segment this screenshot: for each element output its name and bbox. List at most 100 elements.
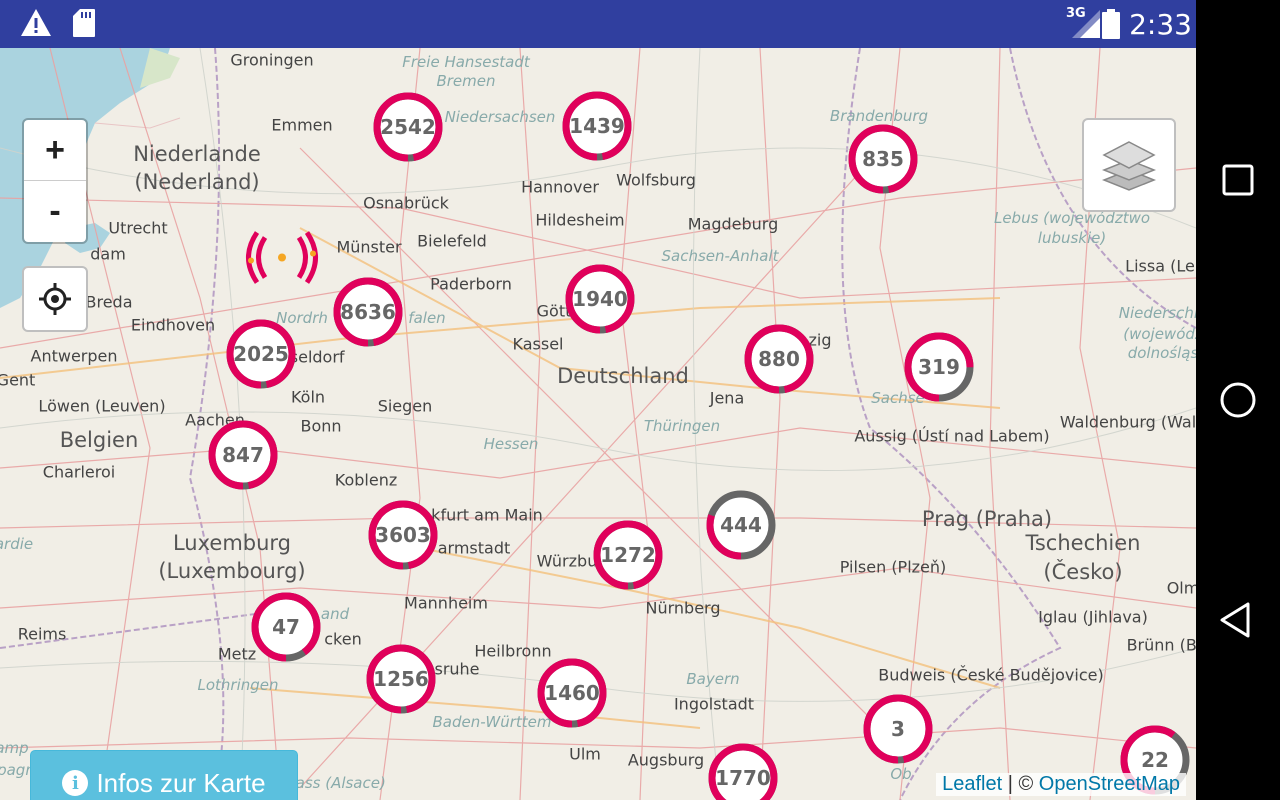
cluster-count: 2025 bbox=[233, 342, 289, 366]
map-label-koblenz: Koblenz bbox=[334, 470, 398, 490]
user-location-marker[interactable] bbox=[237, 228, 327, 293]
map-label-saarland: and bbox=[320, 605, 350, 623]
layers-icon bbox=[1101, 141, 1157, 191]
cluster-marker[interactable]: 3 bbox=[862, 693, 934, 765]
map-label-niederlande: Niederlande bbox=[133, 142, 261, 166]
map-info-label: Infos zur Karte bbox=[96, 767, 266, 798]
cluster-count: 3 bbox=[891, 717, 905, 741]
map-label-luxembourg: (Luxembourg) bbox=[158, 559, 306, 583]
map-label-pilsen: Pilsen (Plzeň) bbox=[839, 557, 947, 577]
map-label-dolnosl: dolnośląs bbox=[1127, 344, 1196, 362]
map-label-champ: amp bbox=[0, 739, 29, 757]
map-label-wuerzburg: Würzbu bbox=[536, 551, 598, 571]
map-label-frankfurt: kfurt am Main bbox=[431, 505, 543, 525]
cluster-count: 1770 bbox=[715, 766, 771, 790]
map-label-freie: Freie Hansestadt bbox=[402, 53, 530, 71]
map-label-niedersachsen: Niedersachsen bbox=[444, 108, 556, 126]
map-label-aussig: Aussig (Ústí nad Labem) bbox=[854, 426, 1050, 446]
map-label-nuernberg: Nürnberg bbox=[645, 598, 721, 618]
map-label-westfalen: falen bbox=[408, 309, 446, 327]
cluster-count: 847 bbox=[222, 443, 264, 467]
cluster-marker[interactable]: 847 bbox=[207, 419, 279, 491]
map-label-gent: Gent bbox=[0, 370, 36, 390]
cluster-count: 1460 bbox=[544, 681, 600, 705]
cluster-marker[interactable]: 444 bbox=[705, 489, 777, 561]
map-label-wolfsburg: Wolfsburg bbox=[616, 170, 696, 190]
cluster-count: 47 bbox=[272, 615, 300, 639]
cluster-marker[interactable]: 1272 bbox=[592, 519, 664, 591]
map-label-niederschl: Niederschle bbox=[1118, 304, 1196, 322]
cluster-count: 8636 bbox=[340, 300, 396, 324]
map-label-thueringen: Thüringen bbox=[643, 417, 721, 435]
map-label-jena: Jena bbox=[709, 388, 745, 408]
cluster-marker[interactable]: 319 bbox=[903, 331, 975, 403]
map-attribution: Leaflet | © OpenStreetMap bbox=[936, 773, 1186, 796]
map-info-button[interactable]: i Infos zur Karte bbox=[30, 750, 298, 800]
map-label-mannheim: Mannheim bbox=[404, 593, 488, 613]
layers-button[interactable] bbox=[1082, 118, 1176, 212]
map-label-kassel: Kassel bbox=[512, 334, 564, 354]
map-label-bremen: Bremen bbox=[436, 72, 496, 90]
cluster-count: 1439 bbox=[569, 114, 625, 138]
map-label-darmstadt: armstadt bbox=[437, 538, 511, 558]
home-icon[interactable] bbox=[1216, 378, 1260, 422]
map-label-hildesheim: Hildesheim bbox=[535, 210, 625, 230]
map-label-breda: Breda bbox=[85, 292, 133, 312]
map-label-siegen: Siegen bbox=[377, 396, 433, 416]
cluster-marker[interactable]: 880 bbox=[743, 323, 815, 395]
back-icon[interactable] bbox=[1216, 598, 1260, 642]
osm-link[interactable]: OpenStreetMap bbox=[1039, 773, 1180, 795]
map-label-bonn: Bonn bbox=[300, 416, 342, 436]
cluster-marker[interactable]: 47 bbox=[250, 591, 322, 663]
map-label-augsburg: Augsburg bbox=[627, 750, 705, 770]
map-label-ardie: ardie bbox=[0, 535, 34, 553]
map-label-koeln: Köln bbox=[290, 387, 326, 407]
locate-button[interactable] bbox=[22, 266, 88, 332]
cluster-marker[interactable]: 1770 bbox=[707, 742, 779, 800]
cluster-marker[interactable]: 1439 bbox=[561, 90, 633, 162]
map-label-deutschland: Deutschland bbox=[557, 364, 689, 388]
map-label-nederland: (Nederland) bbox=[134, 170, 260, 194]
map-label-dam: dam bbox=[90, 244, 126, 264]
status-bar: 3G 2:33 bbox=[0, 0, 1196, 48]
map-label-magdeburg: Magdeburg bbox=[687, 214, 779, 234]
attribution-separator: | © bbox=[1002, 773, 1039, 795]
map-label-luxemburg: Luxemburg bbox=[172, 531, 292, 555]
cluster-marker[interactable]: 3603 bbox=[367, 499, 439, 571]
sd-card-icon bbox=[72, 8, 96, 43]
map-label-hannover: Hannover bbox=[521, 177, 599, 197]
recent-apps-icon[interactable] bbox=[1216, 158, 1260, 202]
map-label-wojew: (wojewódz bbox=[1123, 325, 1196, 343]
cluster-marker[interactable]: 1940 bbox=[564, 263, 636, 335]
map-label-antwerpen: Antwerpen bbox=[30, 346, 118, 366]
cluster-marker[interactable]: 8636 bbox=[332, 276, 404, 348]
cluster-marker[interactable]: 1256 bbox=[365, 643, 437, 715]
cluster-count: 1940 bbox=[572, 287, 628, 311]
cluster-count: 1272 bbox=[600, 543, 656, 567]
cluster-count: 3603 bbox=[375, 523, 431, 547]
map-view[interactable]: Groningen Emmen Niederlande (Nederland) Utre… bbox=[0, 48, 1196, 800]
cluster-count: 1256 bbox=[373, 667, 429, 691]
map-label-tschechien: Tschechien bbox=[1025, 531, 1141, 555]
map-label-reims: Reims bbox=[17, 624, 67, 644]
map-label-cesko: (Česko) bbox=[1043, 560, 1123, 584]
zoom-out-button[interactable]: - bbox=[24, 181, 86, 241]
map-label-iglau: Iglau (Jihlava) bbox=[1038, 607, 1148, 627]
cluster-count: 2542 bbox=[380, 115, 436, 139]
cluster-marker[interactable]: 835 bbox=[847, 123, 919, 195]
map-label-lebus2: lubuskie) bbox=[1037, 229, 1107, 247]
map-label-charleroi: Charleroi bbox=[42, 462, 116, 482]
map-label-ob: Ob bbox=[890, 765, 912, 783]
leaflet-link[interactable]: Leaflet bbox=[942, 773, 1002, 795]
cluster-marker[interactable]: 1460 bbox=[536, 657, 608, 729]
clock: 2:33 bbox=[1129, 8, 1192, 41]
cluster-count: 835 bbox=[862, 147, 904, 171]
navigation-bar bbox=[1196, 0, 1280, 800]
map-label-bayern: Bayern bbox=[686, 670, 740, 688]
cluster-marker[interactable]: 2542 bbox=[372, 91, 444, 163]
info-icon: i bbox=[62, 770, 89, 796]
map-label-budweis: Budweis (České Budějovice) bbox=[878, 665, 1104, 685]
cluster-marker[interactable]: 2025 bbox=[225, 318, 297, 390]
signal-icon: 3G bbox=[1066, 6, 1102, 42]
zoom-in-button[interactable]: + bbox=[24, 120, 86, 180]
